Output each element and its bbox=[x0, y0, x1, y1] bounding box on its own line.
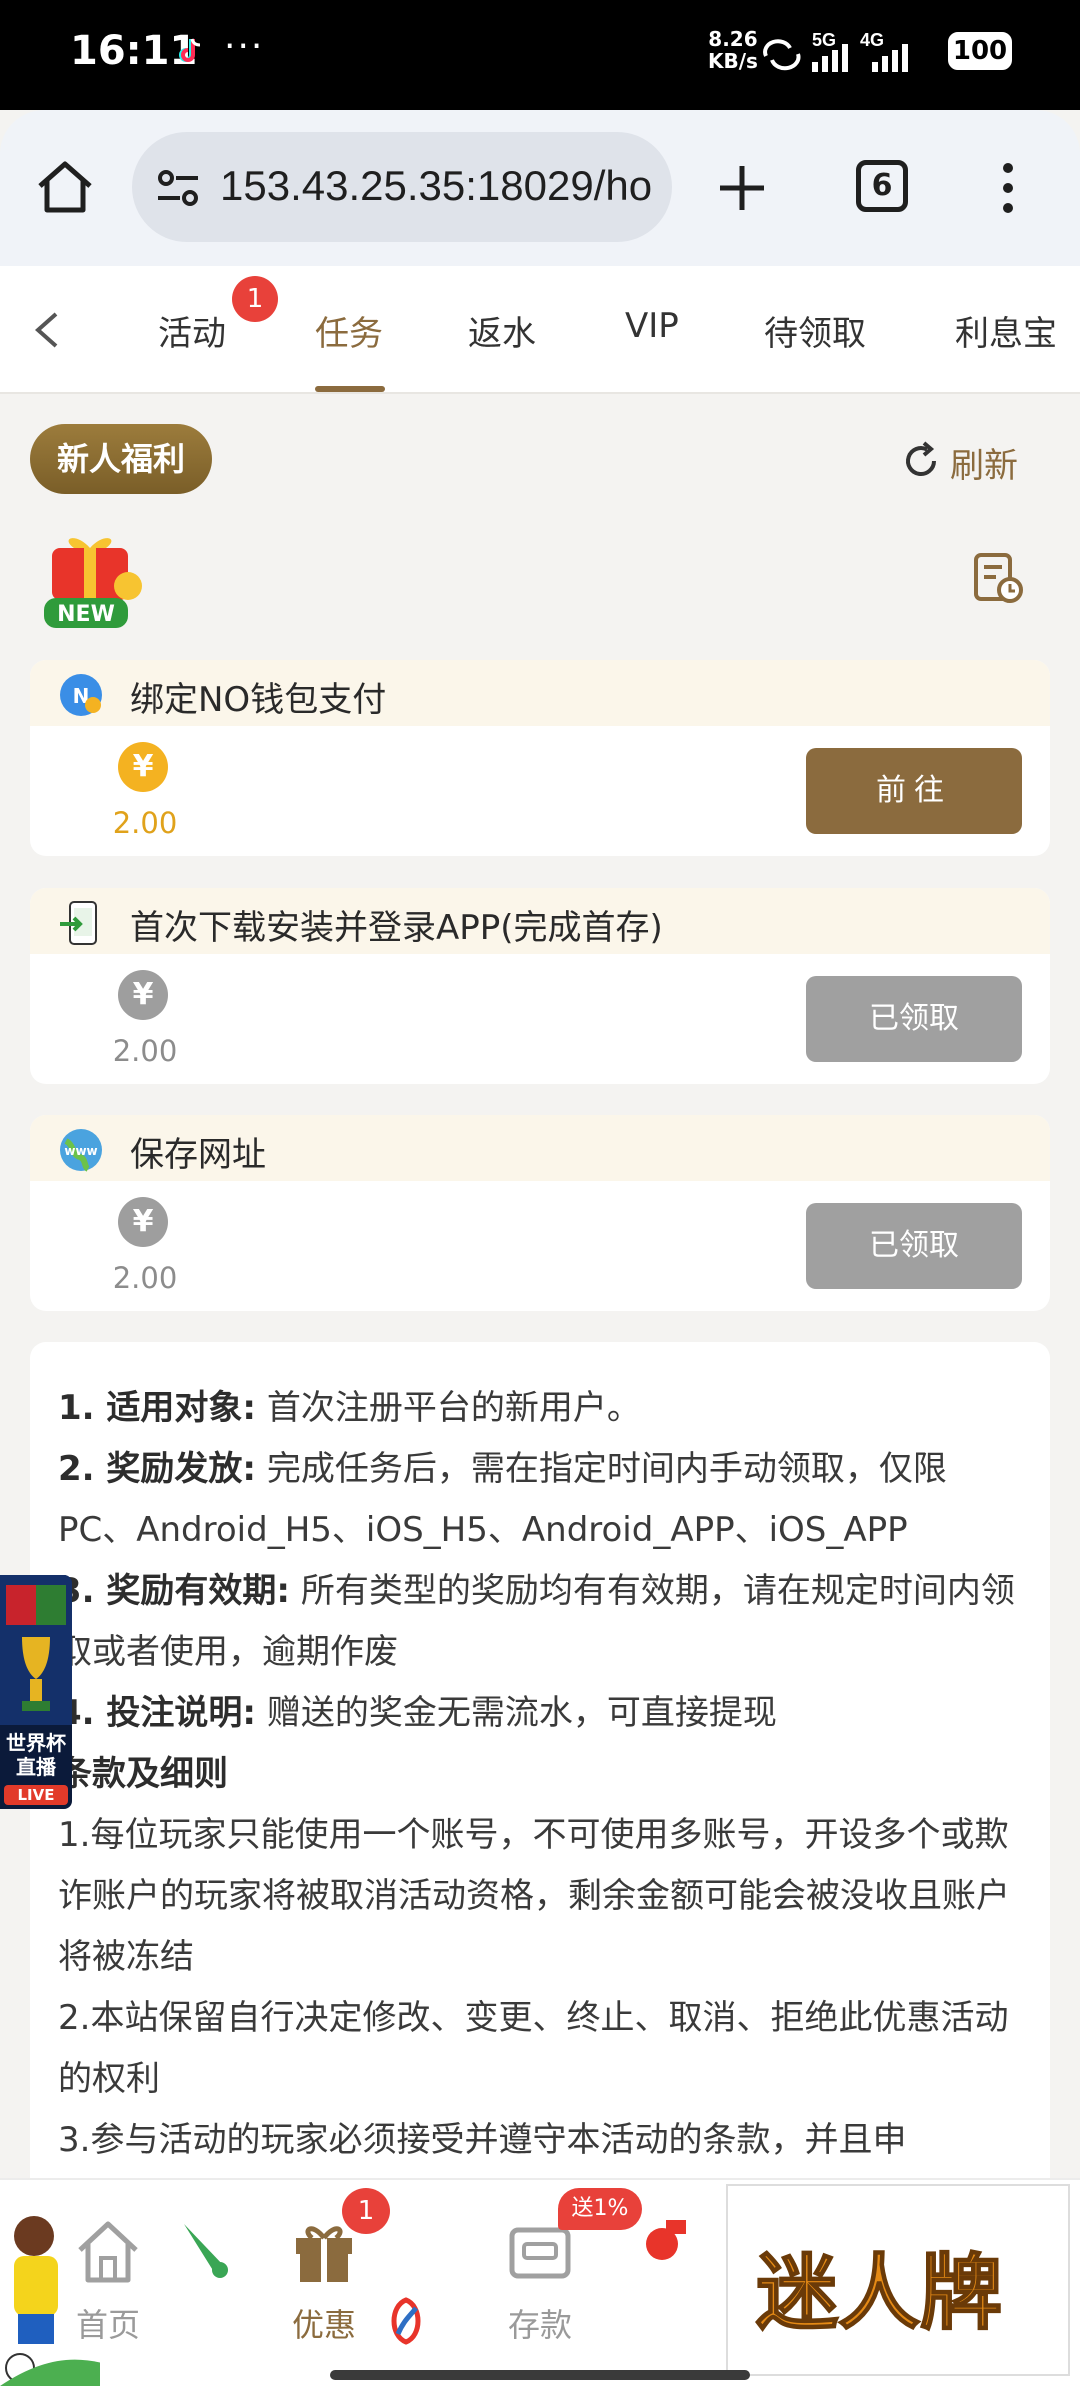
task-card: www 保存网址 ¥ 2.00 已领取 bbox=[30, 1115, 1050, 1311]
promo-badge: 1 bbox=[342, 2188, 390, 2234]
gold-coin-icon: ¥ bbox=[118, 742, 168, 792]
tab-activity[interactable]: 活动 bbox=[158, 306, 226, 355]
new-gift-icon: NEW bbox=[44, 538, 142, 628]
status-more-dots: ··· bbox=[224, 26, 265, 67]
phone-download-icon bbox=[60, 901, 97, 945]
terms-title: 条款及细则 bbox=[58, 1754, 228, 1794]
rule-item: 3. 奖励有效期: 所有类型的奖励均有有效期，请在规定时间内领取或者使用，逾期作… bbox=[58, 1571, 1015, 1672]
live-badge: LIVE bbox=[4, 1785, 68, 1805]
back-arrow-icon[interactable] bbox=[28, 310, 64, 350]
advertisement-banner[interactable]: 迷人牌 bbox=[726, 2184, 1070, 2376]
vuvuzela-icon bbox=[184, 2224, 228, 2278]
tab-rebate[interactable]: 返水 bbox=[468, 306, 536, 355]
reward-amount: 2.00 bbox=[112, 806, 178, 840]
tab-activity-badge: 1 bbox=[232, 276, 278, 322]
signal-icons: 5G 4G bbox=[763, 30, 908, 72]
speed-value: 8.26 bbox=[708, 27, 758, 51]
task-header: 首次下载安装并登录APP(完成首存) bbox=[30, 888, 1050, 954]
www-globe-icon: www bbox=[60, 1129, 102, 1172]
trophy-icon bbox=[0, 1575, 72, 1725]
svg-text:www: www bbox=[64, 1144, 97, 1158]
whistle-icon bbox=[646, 2220, 686, 2260]
task-header: www 保存网址 bbox=[30, 1115, 1050, 1181]
task-title: 绑定NO钱包支付 bbox=[130, 680, 387, 720]
new-tab-icon[interactable] bbox=[716, 162, 768, 214]
reward-amount: 2.00 bbox=[112, 1034, 178, 1068]
task-title: 首次下载安装并登录APP(完成首存) bbox=[130, 908, 663, 948]
go-button[interactable]: 前往 bbox=[806, 748, 1022, 834]
active-tab-indicator bbox=[315, 386, 385, 392]
speed-unit: KB/s bbox=[708, 49, 758, 73]
nav-home[interactable]: 首页 bbox=[48, 2208, 168, 2348]
browser-toolbar: 153.43.25.35:18029/ho 6 bbox=[0, 110, 1080, 266]
world-cup-live-banner[interactable]: 世界杯 直播 LIVE bbox=[0, 1575, 72, 1809]
refresh-icon bbox=[906, 441, 936, 477]
url-text[interactable]: 153.43.25.35:18029/ho bbox=[220, 162, 660, 210]
status-bar: 16:11 ··· 8.26 KB/s 5G 4G 100 bbox=[0, 0, 1080, 110]
gray-coin-icon: ¥ bbox=[118, 1197, 168, 1247]
nav-home-label: 首页 bbox=[75, 2306, 140, 2344]
gray-coin-icon: ¥ bbox=[118, 970, 168, 1020]
site-settings-icon[interactable] bbox=[156, 168, 200, 208]
address-bar[interactable]: 153.43.25.35:18029/ho bbox=[132, 132, 672, 242]
battery-indicator: 100 bbox=[948, 32, 1012, 70]
reward-amount: 2.00 bbox=[112, 1261, 178, 1295]
tab-tasks[interactable]: 任务 bbox=[315, 306, 383, 355]
task-header: N 绑定NO钱包支付 bbox=[30, 660, 1050, 726]
tab-interest[interactable]: 利息宝 bbox=[955, 306, 1057, 355]
nav-promotions-label: 优惠 bbox=[291, 2306, 356, 2344]
task-card: 首次下载安装并登录APP(完成首存) ¥ 2.00 已领取 bbox=[30, 888, 1050, 1084]
more-menu-icon[interactable] bbox=[1000, 160, 1016, 216]
partner-logo-icon bbox=[391, 2297, 421, 2345]
terms-item: 3.参与活动的玩家必须接受并遵守本活动的条款，并且申 bbox=[58, 2120, 907, 2160]
network-4g-label: 4G bbox=[860, 30, 884, 50]
nav-deposit-label: 存款 bbox=[507, 2306, 572, 2344]
promo-tab-strip: 活动 1 任务 返水 VIP 待领取 利息宝 bbox=[0, 266, 1080, 394]
terms-item: 1.每位玩家只能使用一个账号，不可使用多账号，开设多个或欺诈账户的玩家将被取消活… bbox=[58, 1815, 1010, 1977]
records-icon[interactable] bbox=[972, 552, 1024, 604]
rule-item: 4. 投注说明: 赠送的奖金无需流水，可直接提现 bbox=[58, 1693, 777, 1733]
claimed-button[interactable]: 已领取 bbox=[806, 976, 1022, 1062]
tab-pending[interactable]: 待领取 bbox=[764, 306, 866, 355]
tiktok-icon bbox=[179, 38, 201, 62]
deposit-bonus-badge: 送1% bbox=[558, 2188, 642, 2230]
home-indicator[interactable] bbox=[330, 2370, 750, 2380]
home-nav-icon bbox=[78, 2221, 138, 2283]
live-banner-text: 世界杯 直播 bbox=[6, 1731, 66, 1779]
new-badge-label: NEW bbox=[57, 602, 115, 627]
tab-vip[interactable]: VIP bbox=[625, 306, 679, 346]
tab-switcher-button[interactable]: 6 bbox=[856, 160, 908, 212]
rule-item: 2. 奖励发放: 完成任务后，需在指定时间内手动领取，仅限PC、Android_… bbox=[58, 1449, 947, 1550]
ad-text: 迷人牌 bbox=[755, 2244, 1003, 2342]
refresh-label: 刷新 bbox=[950, 446, 1018, 486]
newcomer-welfare-label: 新人福利 bbox=[30, 424, 212, 494]
task-title: 保存网址 bbox=[130, 1135, 266, 1175]
terms-item: 2.本站保留自行决定修改、变更、终止、取消、拒绝此优惠活动的权利 bbox=[58, 1998, 1009, 2099]
network-5g-label: 5G bbox=[812, 30, 836, 50]
no-wallet-icon: N bbox=[60, 674, 102, 716]
task-card: N 绑定NO钱包支付 ¥ 2.00 前往 bbox=[30, 660, 1050, 856]
claimed-button[interactable]: 已领取 bbox=[806, 1203, 1022, 1289]
network-speed: 8.26 KB/s bbox=[708, 28, 758, 72]
home-icon[interactable] bbox=[34, 156, 96, 218]
rule-item: 1. 适用对象: 首次注册平台的新用户。 bbox=[58, 1388, 641, 1428]
